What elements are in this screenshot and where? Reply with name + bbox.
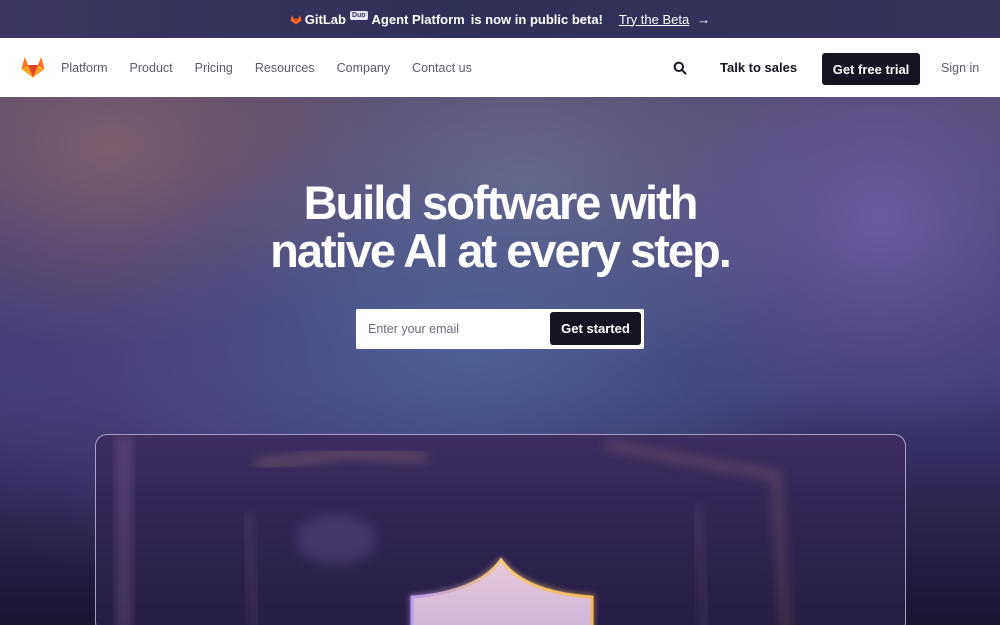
hero-headline-line-1: Build software with	[303, 176, 699, 229]
nav-item-product[interactable]: Product	[130, 61, 173, 75]
main-nav: Platform Product Pricing Resources Compa…	[0, 38, 1000, 97]
nav-item-pricing[interactable]: Pricing	[195, 61, 233, 75]
hero-headline: Build software with native AI at every s…	[0, 179, 1000, 275]
announcement-brand-name: GitLab	[304, 11, 346, 27]
announcement-message: is now in public beta!	[470, 11, 603, 27]
gitlab-tanuki-icon	[290, 14, 302, 24]
hero-headline-line-2: native AI at every step.	[270, 224, 732, 277]
search-icon[interactable]	[672, 60, 688, 76]
product-illustration	[116, 435, 789, 625]
glow-blob	[296, 515, 376, 565]
announcement-bar: GitLab Duo Agent Platform is now in public…	[0, 0, 1000, 38]
shield-icon	[410, 557, 594, 625]
gitlab-tanuki-icon[interactable]	[21, 56, 45, 78]
announcement-product: Agent Platform	[371, 11, 465, 27]
get-started-button[interactable]: Get started	[550, 312, 641, 345]
get-free-trial-button[interactable]: Get free trial	[822, 53, 920, 85]
nav-item-contact[interactable]: Contact us	[412, 61, 472, 75]
nav-item-company[interactable]: Company	[337, 61, 391, 75]
duo-badge: Duo	[349, 10, 368, 20]
glow-left	[116, 435, 132, 625]
email-input[interactable]	[368, 317, 548, 341]
product-visual-card	[95, 434, 906, 625]
email-signup-form: Get started	[356, 309, 644, 349]
glow-top-left	[255, 449, 427, 468]
nav-item-resources[interactable]: Resources	[255, 61, 315, 75]
glow-inner-right	[693, 504, 708, 625]
try-beta-link[interactable]: Try the Beta	[619, 12, 689, 27]
arrow-right-icon: →	[697, 11, 711, 27]
sign-in-link[interactable]: Sign in	[941, 61, 979, 75]
nav-item-platform[interactable]: Platform	[61, 61, 108, 75]
hero-section: Build software with native AI at every s…	[0, 97, 1000, 625]
nav-menu: Platform Product Pricing Resources Compa…	[61, 38, 472, 97]
talk-to-sales-button[interactable]: Talk to sales	[720, 60, 797, 75]
glow-inner-left	[243, 514, 258, 625]
announcement-brand: GitLab Duo Agent Platform	[290, 10, 465, 27]
